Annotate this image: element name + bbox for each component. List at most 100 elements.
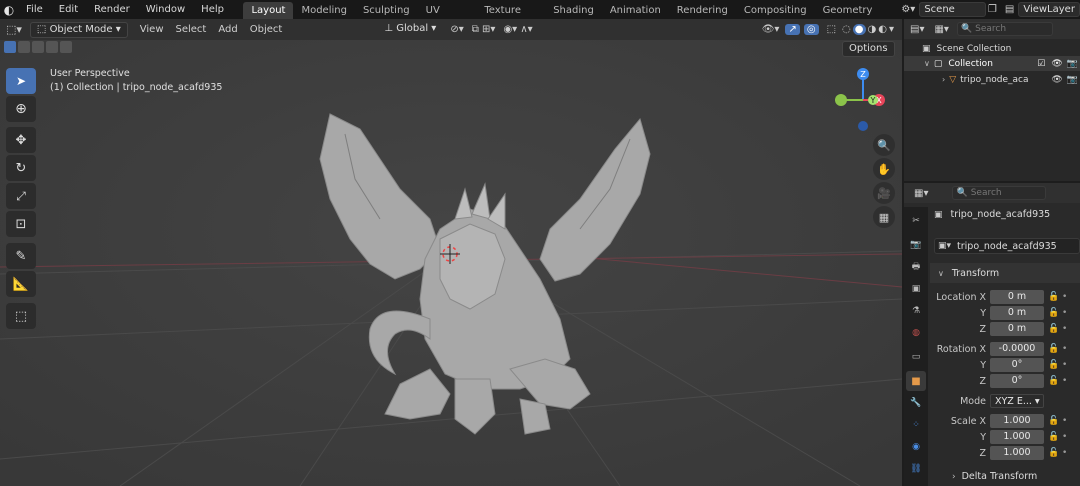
pivot-icon[interactable]: ⊘▾ (450, 24, 463, 35)
keyframe-dot-icon[interactable]: • (1062, 432, 1070, 442)
pan-button[interactable]: ✋ (873, 158, 895, 180)
lock-icon[interactable]: 🔓 (1048, 432, 1060, 442)
tab-render[interactable]: 📷 (906, 235, 926, 255)
camera-icon[interactable]: 📷 (1067, 59, 1078, 69)
tab-sculpting[interactable]: Sculpting (355, 2, 418, 19)
3d-viewport[interactable]: ⬚▾ ⬚ Object Mode ▾ View Select Add Objec… (0, 19, 902, 486)
checkbox-icon[interactable]: ☑ (1037, 59, 1045, 69)
lock-icon[interactable]: 🔓 (1048, 416, 1060, 426)
object-data-selector[interactable]: ▣▾ tripo_node_acafd935 (934, 238, 1080, 254)
outliner-filter-icon[interactable]: ▦▾ (934, 24, 948, 35)
keyframe-dot-icon[interactable]: • (1062, 292, 1070, 302)
chevron-right-icon[interactable]: › (942, 75, 945, 84)
shading-wireframe-icon[interactable]: ◌ (842, 24, 851, 35)
rotation-y-field[interactable]: 0° (990, 358, 1044, 372)
annotate-tool[interactable]: ✎ (6, 243, 36, 269)
lock-icon[interactable]: 🔓 (1048, 324, 1060, 334)
camera-icon[interactable]: 📷 (1067, 75, 1078, 85)
outliner-search-input[interactable]: 🔍 Search (956, 22, 1053, 36)
tab-collection[interactable]: ▭ (906, 347, 926, 367)
move-tool[interactable]: ✥ (6, 127, 36, 153)
eye-icon[interactable]: 👁 (1051, 75, 1062, 85)
add-cube-tool[interactable]: ⬚ (6, 303, 36, 329)
shading-material-icon[interactable]: ◑ (868, 24, 877, 35)
lock-icon[interactable]: 🔓 (1048, 292, 1060, 302)
transform-tool[interactable]: ⊡ (6, 211, 36, 237)
rotation-z-field[interactable]: 0° (990, 374, 1044, 388)
cursor-tool[interactable]: ⊕ (6, 96, 36, 122)
scale-y-field[interactable]: 1.000 (990, 430, 1044, 444)
gizmo-toggle-icon[interactable]: ↗ (785, 24, 800, 35)
tab-modeling[interactable]: Modeling (293, 2, 355, 19)
select-subtract-icon[interactable] (32, 41, 44, 53)
tab-output[interactable]: 🖶 (906, 257, 926, 277)
delta-transform-panel-header[interactable]: › Delta Transform (930, 467, 1080, 486)
location-z-field[interactable]: 0 m (990, 322, 1044, 336)
list-item[interactable]: ∨ ▢ Collection ☑ 👁 📷 (904, 56, 1080, 71)
select-intersect-icon[interactable] (60, 41, 72, 53)
view-layer-icon[interactable]: ▤ (1005, 4, 1014, 15)
tab-physics[interactable]: ◉ (906, 437, 926, 457)
lock-icon[interactable]: 🔓 (1048, 376, 1060, 386)
scene-icon[interactable]: ⚙▾ (901, 4, 915, 15)
tab-compositing[interactable]: Compositing (736, 2, 815, 19)
rotation-mode-dropdown[interactable]: XYZ E... ▾ (990, 394, 1044, 408)
menu-help[interactable]: Help (193, 0, 232, 19)
keyframe-dot-icon[interactable]: • (1062, 448, 1070, 458)
zoom-button[interactable]: 🔍 (873, 134, 895, 156)
navigation-gizmo[interactable]: Z X Y (828, 65, 898, 135)
xray-icon[interactable]: ⬚ (827, 24, 836, 35)
measure-tool[interactable]: 📐 (6, 271, 36, 297)
lock-icon[interactable]: 🔓 (1048, 308, 1060, 318)
tab-layout[interactable]: Layout (243, 2, 294, 19)
lock-icon[interactable]: 🔓 (1048, 344, 1060, 354)
blender-logo-icon[interactable]: ◐ (0, 0, 18, 19)
properties-editor-icon[interactable]: ▦▾ (914, 188, 928, 199)
scene-selector[interactable]: Scene (919, 2, 986, 17)
proportional-edit-icon[interactable]: ◉▾ ∧▾ (503, 24, 532, 35)
tab-view-layer[interactable]: ▣ (906, 279, 926, 299)
tab-object[interactable]: ■ (906, 371, 926, 391)
tab-particles[interactable]: ⁘ (906, 415, 926, 435)
chevron-down-icon[interactable]: ∨ (924, 59, 930, 68)
scale-tool[interactable]: ⤢ (6, 183, 36, 209)
scale-x-field[interactable]: 1.000 (990, 414, 1044, 428)
scale-z-field[interactable]: 1.000 (990, 446, 1044, 460)
properties-search-input[interactable]: 🔍 Search (952, 186, 1047, 200)
keyframe-dot-icon[interactable]: • (1062, 416, 1070, 426)
keyframe-dot-icon[interactable]: • (1062, 324, 1070, 334)
menu-edit[interactable]: Edit (51, 0, 86, 19)
list-item[interactable]: ▣ Scene Collection (904, 41, 1080, 56)
editor-type-icon[interactable]: ⬚▾ (6, 23, 22, 36)
overlays-toggle-icon[interactable]: ◎ (803, 24, 819, 35)
keyframe-dot-icon[interactable]: • (1062, 344, 1070, 354)
tab-shading[interactable]: Shading (545, 2, 602, 19)
visibility-icon[interactable]: 👁▾ (762, 24, 780, 35)
keyframe-dot-icon[interactable]: • (1062, 376, 1070, 386)
location-y-field[interactable]: 0 m (990, 306, 1044, 320)
shading-options-icon[interactable]: ▾ (889, 24, 894, 35)
tab-uv-editing[interactable]: UV Editing (418, 2, 477, 33)
tab-animation[interactable]: Animation (602, 2, 669, 19)
menu-window[interactable]: Window (138, 0, 193, 19)
tab-texture-paint[interactable]: Texture Paint (476, 2, 545, 33)
object-name[interactable]: tripo_node_acafd935 (951, 209, 1051, 220)
menu-object[interactable]: Object (244, 24, 289, 35)
view-layer-selector[interactable]: ViewLayer (1018, 2, 1080, 17)
menu-render[interactable]: Render (86, 0, 138, 19)
lock-icon[interactable]: 🔓 (1048, 360, 1060, 370)
transform-orientation-dropdown[interactable]: ⊥ Global ▾ (378, 22, 442, 38)
snap-icon[interactable]: ⧉ ⊞▾ (472, 24, 496, 35)
rotation-x-field[interactable]: -0.0000 (990, 342, 1044, 356)
select-invert-icon[interactable] (46, 41, 58, 53)
select-extend-icon[interactable] (18, 41, 30, 53)
tab-world[interactable]: ◍ (906, 323, 926, 343)
list-item[interactable]: › ▽ tripo_node_aca 👁 📷 (904, 72, 1080, 87)
location-x-field[interactable]: 0 m (990, 290, 1044, 304)
new-scene-icon[interactable]: ❐ (988, 4, 997, 15)
shading-rendered-icon[interactable]: ◐ (878, 24, 887, 35)
tab-geometry-nodes[interactable]: Geometry Node (815, 2, 896, 33)
menu-select[interactable]: Select (170, 24, 213, 35)
tab-constraints[interactable]: ⛓ (906, 459, 926, 479)
tab-tool[interactable]: ✂ (906, 211, 926, 231)
